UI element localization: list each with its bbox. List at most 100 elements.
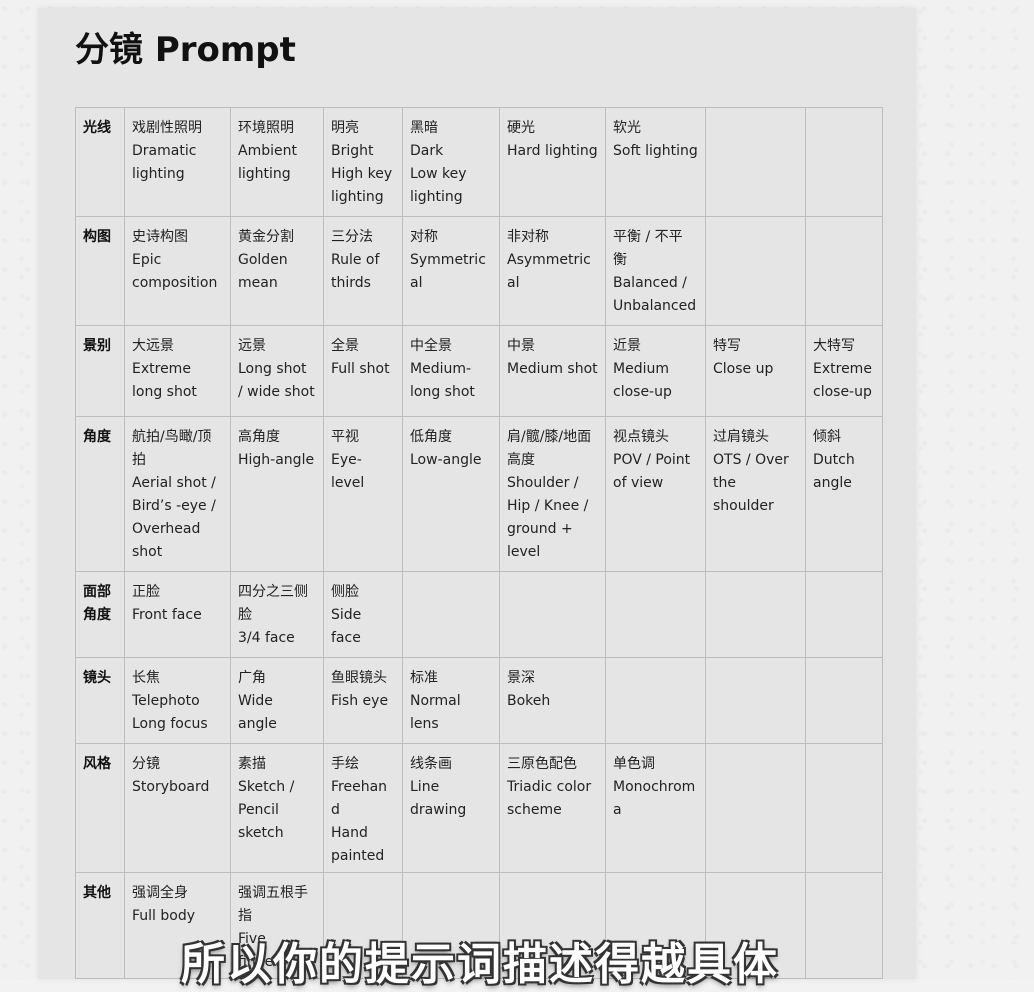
cell-line: the shoulder xyxy=(713,475,774,514)
cell-line: 强调全身 xyxy=(132,885,188,901)
table-cell xyxy=(705,571,806,658)
table-cell: 手绘 Freehand Hand painted xyxy=(323,743,403,873)
table-cell xyxy=(705,657,806,744)
page-title: 分镜 Prompt xyxy=(75,30,296,70)
cell-line: Golden xyxy=(238,252,288,268)
cell-line: lighting xyxy=(132,166,185,182)
table-cell: 环境照明 Ambient lighting xyxy=(230,107,324,217)
cell-line: 中全景 xyxy=(410,338,452,354)
table-cell: 中全景 Medium-long shot xyxy=(402,325,500,417)
category-cell: 光线 xyxy=(75,107,125,217)
table-row: 光线 戏剧性照明 Dramatic lighting 环境照明 Ambient lighti… xyxy=(75,107,883,217)
table-cell: 大远景 Extreme long shot xyxy=(124,325,231,417)
table-cell: 四分之三侧脸 3/4 face xyxy=(230,571,324,658)
category-label: 光线 xyxy=(83,120,111,136)
cell-line: 长焦 xyxy=(132,670,160,686)
table-cell: 三原色配色 Triadic color scheme xyxy=(499,743,606,873)
cell-line: 环境照明 xyxy=(238,120,294,136)
category-label: 风格 xyxy=(83,756,111,772)
cell-line: long shot xyxy=(410,384,475,400)
table-cell: 单色调 Monochroma xyxy=(605,743,706,873)
cell-line: Bokeh xyxy=(507,693,551,709)
cell-line: sketch xyxy=(238,825,284,841)
cell-line: 低角度 xyxy=(410,429,452,445)
table-body: 光线 戏剧性照明 Dramatic lighting 环境照明 Ambient lighti… xyxy=(75,107,883,979)
table-cell: 中景 Medium shot xyxy=(499,325,606,417)
cell-line: Bright xyxy=(331,143,374,159)
cell-line: 四分之三侧 xyxy=(238,584,308,600)
paper-sheet: 分镜 Prompt 光线 戏剧性照明 Dramatic lighting 环境照明 Amb… xyxy=(38,8,916,979)
table-cell: 大特写 Extreme close-up xyxy=(805,325,883,417)
cell-line: 广角 xyxy=(238,670,266,686)
table-cell: 戏剧性照明 Dramatic lighting xyxy=(124,107,231,217)
cell-line: 特写 xyxy=(713,338,741,354)
cell-line: Hip / Knee / xyxy=(507,498,589,514)
table-cell: 景深 Bokeh xyxy=(499,657,606,744)
table-cell: 全景 Full shot xyxy=(323,325,403,417)
cell-line: POV / Point xyxy=(613,452,691,468)
cell-line: Epic xyxy=(132,252,162,268)
cell-line: 过肩镜头 xyxy=(713,429,769,445)
cell-line: Full body xyxy=(132,908,196,924)
cell-line: 戏剧性照明 xyxy=(132,120,202,136)
cell-line: 硬光 xyxy=(507,120,535,136)
cell-line: 对称 xyxy=(410,229,438,245)
cell-line: 平衡 / 不平 xyxy=(613,229,683,245)
category-label: 构图 xyxy=(83,229,111,245)
table-cell xyxy=(605,571,706,658)
table-cell: 对称 Symmetrical xyxy=(402,216,500,326)
cell-line: 明亮 xyxy=(331,120,359,136)
table-cell: 非对称 Asymmetrical xyxy=(499,216,606,326)
cell-line: Line xyxy=(410,779,440,795)
cell-line: 脸 xyxy=(238,607,252,623)
cell-line: 景深 xyxy=(507,670,535,686)
category-cell: 风格 xyxy=(75,743,125,873)
table-cell: 分镜 Storyboard xyxy=(124,743,231,873)
cell-line: 视点镜头 xyxy=(613,429,669,445)
cell-line: 非对称 xyxy=(507,229,549,245)
cell-line: 手绘 xyxy=(331,756,359,772)
table-cell: 黑暗 Dark Low key lighting xyxy=(402,107,500,217)
cell-line: Symmetrical xyxy=(410,252,486,291)
category-label: 其他 xyxy=(83,885,111,901)
cell-line: OTS / Over xyxy=(713,452,789,468)
cell-line: Soft lighting xyxy=(613,143,698,159)
cell-line: 侧脸 xyxy=(331,584,359,600)
table-cell xyxy=(705,216,806,326)
table-cell xyxy=(402,571,500,658)
cell-line: Low key xyxy=(410,166,467,182)
category-cell: 景别 xyxy=(75,325,125,417)
table-cell: 明亮 Bright High key lighting xyxy=(323,107,403,217)
cell-line: 鱼眼镜头 xyxy=(331,670,387,686)
cell-line: Pencil xyxy=(238,802,279,818)
cell-line: High-angle xyxy=(238,452,315,468)
cell-line: Dramatic xyxy=(132,143,197,159)
table-row: 面部 角度 正脸 Front face 四分之三侧脸 3/4 face 侧脸 Side fac… xyxy=(75,571,883,658)
cell-line: 正脸 xyxy=(132,584,160,600)
table-cell: 特写 Close up xyxy=(705,325,806,417)
table-cell xyxy=(605,657,706,744)
cell-line: 中景 xyxy=(507,338,535,354)
cell-line: Shoulder / xyxy=(507,475,579,491)
cell-line: 平视 xyxy=(331,429,359,445)
cell-line: level xyxy=(507,544,541,560)
table-cell: 平视 Eye-level xyxy=(323,416,403,572)
cell-line: / wide shot xyxy=(238,384,315,400)
table-cell xyxy=(805,571,883,658)
category-label: 面部 xyxy=(83,584,111,600)
cell-line: 黑暗 xyxy=(410,120,438,136)
table-cell: 高角度 High-angle xyxy=(230,416,324,572)
table-cell: 航拍/鸟瞰/顶拍 Aerial shot / Bird’s -eye / Overhe… xyxy=(124,416,231,572)
cell-line: 高度 xyxy=(507,452,535,468)
cell-line: Low-angle xyxy=(410,452,482,468)
cell-line: Triadic color xyxy=(507,779,592,795)
cell-line: Normal lens xyxy=(410,693,461,732)
table-cell: 正脸 Front face xyxy=(124,571,231,658)
category-label: 景别 xyxy=(83,338,111,354)
cell-line: 肩/髋/膝/地面 xyxy=(507,429,592,445)
table-cell: 线条画 Line drawing xyxy=(402,743,500,873)
table-cell: 过肩镜头 OTS / Over the shoulder xyxy=(705,416,806,572)
cell-line: Overhead xyxy=(132,521,201,537)
table-row: 景别 大远景 Extreme long shot 远景 Long shot / wide s… xyxy=(75,325,883,417)
cell-line: scheme xyxy=(507,802,562,818)
